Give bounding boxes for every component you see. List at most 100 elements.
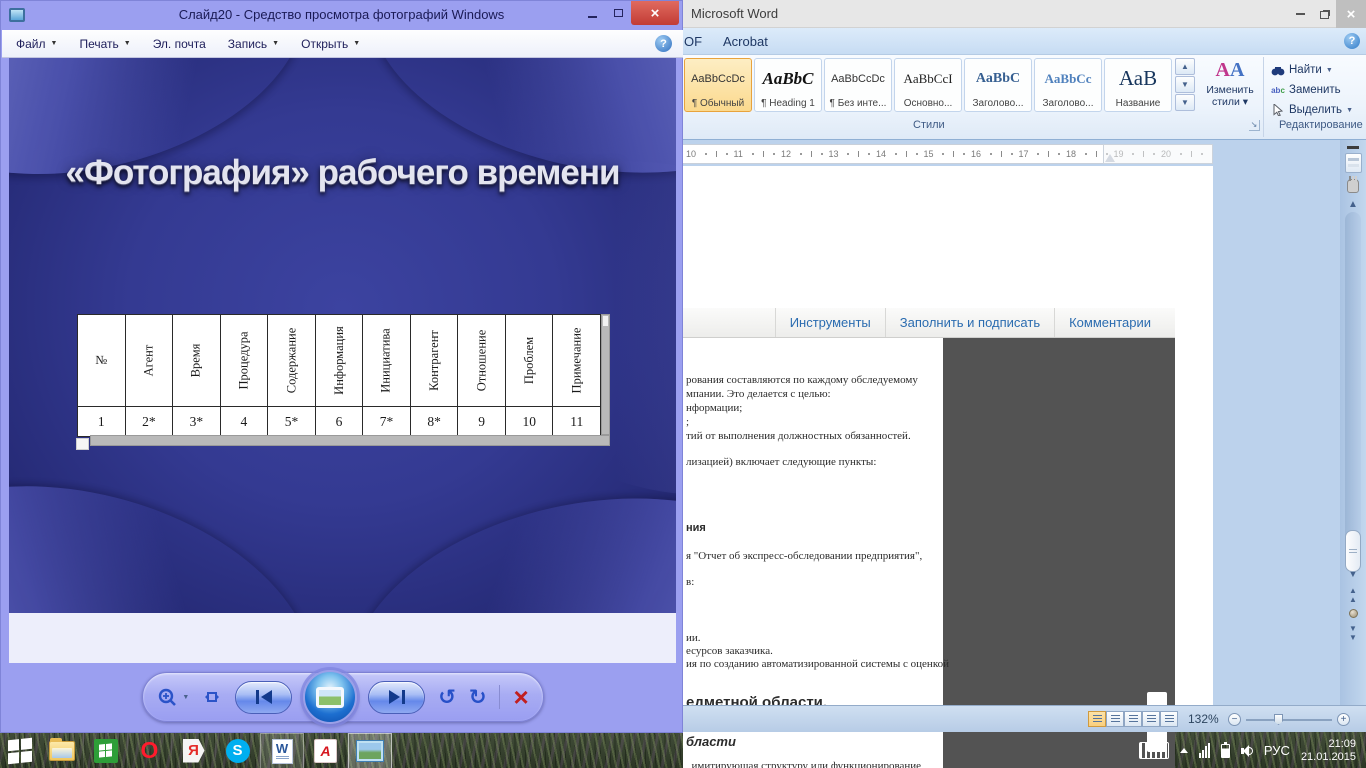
word-minimize-button[interactable] (1288, 0, 1312, 28)
taskbar-icon-word[interactable]: W (260, 733, 304, 768)
scrollbar-thumb[interactable] (1345, 530, 1361, 572)
style-chip[interactable]: AaBbCcDc ¶ Обычный (684, 58, 752, 112)
taskbar-icon-photos[interactable] (348, 733, 392, 768)
ruler-indent-marker[interactable] (1105, 154, 1115, 162)
previous-page-button[interactable]: ▲ ▲ (1340, 586, 1366, 604)
taskbar-icon-explorer[interactable] (40, 733, 84, 768)
word-window-title: Microsoft Word (691, 6, 779, 21)
pdf-content-area: рования составляются по каждому обследуе… (683, 338, 1175, 768)
taskbar-icon-skype[interactable]: S (216, 733, 260, 768)
pv-maximize-button[interactable] (605, 1, 631, 25)
style-chip[interactable]: AaBbCcDc ¶ Без инте... (824, 58, 892, 112)
select-button[interactable]: Выделить ▼ (1271, 100, 1363, 120)
browse-object-button[interactable] (1348, 609, 1358, 618)
show-hidden-icons-button[interactable] (1179, 748, 1188, 753)
volume-icon[interactable] (1240, 744, 1253, 757)
language-indicator[interactable]: РУС (1264, 743, 1290, 758)
delete-button[interactable]: × (513, 684, 528, 710)
menu-item[interactable]: Эл. почта▼ (153, 37, 206, 51)
zoom-dropdown-arrow[interactable]: ▼ (182, 694, 189, 701)
scroll-up-arrow[interactable]: ▲ (1340, 199, 1366, 210)
web-layout-view-button[interactable] (1124, 711, 1142, 727)
zoom-slider-thumb[interactable] (1274, 714, 1283, 725)
hand-tool-icon[interactable] (1347, 176, 1359, 193)
start-button[interactable] (0, 733, 40, 768)
pdf-text-line: ия по созданию автоматизированной систем… (686, 658, 949, 670)
find-button[interactable]: Найти ▼ (1271, 60, 1363, 80)
word-restore-button[interactable] (1312, 0, 1336, 28)
zoom-out-button[interactable]: − (1228, 713, 1241, 726)
taskbar-icon-store[interactable] (84, 733, 128, 768)
taskbar-clock[interactable]: 21:09 21.01.2015 (1301, 738, 1356, 764)
replace-button[interactable]: ab c Заменить (1271, 80, 1363, 100)
menu-item[interactable]: Открыть ▼ (301, 37, 360, 51)
gallery-up-button[interactable]: ▲ (1175, 58, 1195, 75)
zoom-percentage[interactable]: 132% (1188, 712, 1219, 726)
draft-view-button[interactable] (1160, 711, 1178, 727)
slide-title: «Фотография» рабочего времени (65, 153, 621, 192)
pdf-toolbar: Инструменты Заполнить и подписать Коммента… (683, 308, 1175, 338)
style-chip[interactable]: АаВ Название (1104, 58, 1172, 112)
tab-partial[interactable]: OF (684, 34, 702, 49)
ruler-segment: 11 (731, 149, 779, 159)
network-icon[interactable] (1198, 743, 1210, 758)
word-content-area: 10 11 12 13 14 15 16 17 18 19 20 (683, 140, 1366, 768)
word-title-bar[interactable]: Microsoft Word × (683, 0, 1366, 28)
table-value-cell: 9 (458, 407, 506, 436)
menu-item[interactable]: Файл ▼ (16, 37, 57, 51)
photo-viewer-title-bar[interactable]: Слайд20 - Средство просмотра фотографий … (1, 1, 682, 30)
style-chip[interactable]: AaBbCc Заголово... (1034, 58, 1102, 112)
table-value-cell: 8* (411, 407, 459, 436)
tab-acrobat[interactable]: Acrobat (723, 34, 768, 49)
rotate-counterclockwise-button[interactable]: ↺ (438, 685, 456, 709)
touch-keyboard-icon[interactable] (1138, 742, 1169, 759)
rotate-clockwise-button[interactable]: ↻ (469, 685, 487, 709)
windows-logo-icon (8, 737, 32, 764)
pdf-toolbar-button[interactable]: Инструменты (774, 308, 885, 337)
next-page-button[interactable]: ▼ ▼ (1340, 624, 1366, 642)
word-help-icon[interactable]: ? (1344, 33, 1360, 49)
pv-help-icon[interactable]: ? (655, 35, 672, 52)
play-slideshow-button[interactable] (303, 670, 358, 724)
word-close-button[interactable]: × (1336, 0, 1366, 28)
zoom-slider-track[interactable] (1246, 719, 1332, 721)
taskbar-icon-yandex[interactable]: Я (172, 733, 216, 768)
pdf-toolbar-button[interactable]: Заполнить и подписать (884, 308, 1054, 337)
ruler-segment: 14 (873, 149, 921, 159)
split-handle[interactable] (1347, 146, 1359, 149)
zoom-button[interactable]: ▼ (157, 687, 189, 707)
reading-view-button[interactable] (1106, 711, 1124, 727)
print-layout-view-button[interactable] (1088, 711, 1106, 727)
pv-close-button[interactable]: × (631, 1, 679, 25)
taskbar-icon-acrobat[interactable]: A (304, 733, 348, 768)
scrollbar-track[interactable] (1345, 212, 1361, 572)
styles-gallery: AaBbCcDc ¶ Обычный AaBbC ¶ Heading 1 AaB… (684, 58, 1172, 112)
pv-minimize-button[interactable] (579, 1, 605, 25)
menu-item[interactable]: Печать ▼ (79, 37, 130, 51)
change-styles-button[interactable]: AA Изменить стили ▾ (1199, 59, 1261, 123)
zoom-in-button[interactable]: + (1337, 713, 1350, 726)
pdf-toolbar-button[interactable]: Комментарии (1054, 308, 1165, 337)
taskbar-icon-opera[interactable]: O (128, 733, 172, 768)
styles-dialog-launcher[interactable]: ↘ (1249, 120, 1260, 131)
style-chip[interactable]: AaBbC Заголово... (964, 58, 1032, 112)
replace-icon: ab c (1271, 85, 1285, 95)
change-styles-icon: AA (1215, 59, 1245, 81)
pdf-text-line: лизацией) включает следующие пункты: (686, 456, 877, 468)
style-chip[interactable]: AaBbC ¶ Heading 1 (754, 58, 822, 112)
table-header-cell: № (78, 315, 126, 406)
styles-group-label: Стили (913, 119, 945, 131)
battery-icon[interactable] (1220, 741, 1230, 758)
view-ruler-toggle[interactable] (1344, 153, 1362, 173)
table-scroll-corner (76, 438, 89, 450)
ruler-segment: 16 (968, 149, 1016, 159)
table-header-cell: Примечание (569, 327, 584, 394)
gallery-down-button[interactable]: ▼ (1175, 76, 1195, 93)
previous-button[interactable] (235, 680, 293, 714)
outline-view-button[interactable] (1142, 711, 1160, 727)
next-button[interactable] (368, 680, 426, 714)
gallery-expand-button[interactable]: ▼ (1175, 94, 1195, 111)
actual-size-button[interactable] (202, 687, 222, 707)
style-chip[interactable]: AaBbCcI Основно... (894, 58, 962, 112)
menu-item[interactable]: Запись ▼ (228, 37, 279, 51)
